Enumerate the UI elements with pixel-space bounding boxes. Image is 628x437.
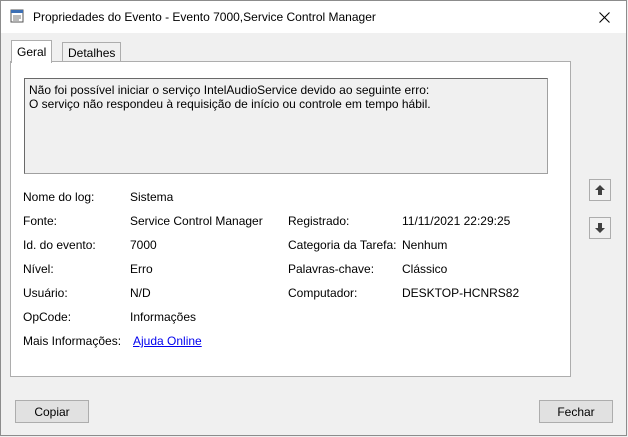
keywords-label: Palavras-chave:	[288, 262, 375, 276]
opcode-label: OpCode:	[23, 310, 72, 324]
keywords-value: Clássico	[402, 262, 448, 276]
event-properties-icon	[10, 9, 24, 23]
logged-label: Registrado:	[288, 214, 350, 228]
more-info-label: Mais Informações:	[23, 334, 122, 348]
online-help-link[interactable]: Ajuda Online	[133, 334, 202, 348]
close-button[interactable]: Fechar	[539, 400, 613, 423]
event-id-label: Id. do evento:	[23, 238, 96, 252]
computer-label: Computador:	[288, 286, 358, 300]
level-label: Nível:	[23, 262, 54, 276]
previous-event-button[interactable]	[589, 179, 611, 201]
source-value: Service Control Manager	[130, 214, 263, 228]
arrow-up-icon	[595, 185, 605, 195]
logged-value: 11/11/2021 22:29:25	[402, 214, 511, 228]
description-line-1: Não foi possível iniciar o serviço Intel…	[29, 83, 430, 97]
task-category-value: Nenhum	[402, 238, 448, 252]
window-title: Propriedades do Evento - Evento 7000,Ser…	[33, 10, 376, 24]
user-label: Usuário:	[23, 286, 68, 300]
description-line-2: O serviço não respondeu à requisição de …	[29, 97, 431, 111]
close-icon	[598, 11, 610, 23]
source-label: Fonte:	[23, 214, 58, 228]
log-name-value: Sistema	[130, 190, 174, 204]
title-bar: Propriedades do Evento - Evento 7000,Ser…	[1, 1, 626, 33]
user-value: N/D	[130, 286, 151, 300]
close-window-button[interactable]	[582, 1, 626, 33]
level-value: Erro	[130, 262, 153, 276]
next-event-button[interactable]	[589, 217, 611, 239]
log-name-label: Nome do log:	[23, 190, 95, 204]
tab-detalhes[interactable]: Detalhes	[62, 42, 122, 63]
copy-button[interactable]: Copiar	[15, 400, 89, 423]
computer-value: DESKTOP-HCNRS82	[402, 286, 520, 300]
tab-geral[interactable]: Geral	[11, 40, 53, 63]
event-description-box[interactable]: Não foi possível iniciar o serviço Intel…	[24, 78, 548, 174]
arrow-down-icon	[595, 223, 605, 233]
opcode-value: Informações	[130, 310, 197, 324]
task-category-label: Categoria da Tarefa:	[288, 238, 397, 252]
event-id-value: 7000	[130, 238, 157, 252]
